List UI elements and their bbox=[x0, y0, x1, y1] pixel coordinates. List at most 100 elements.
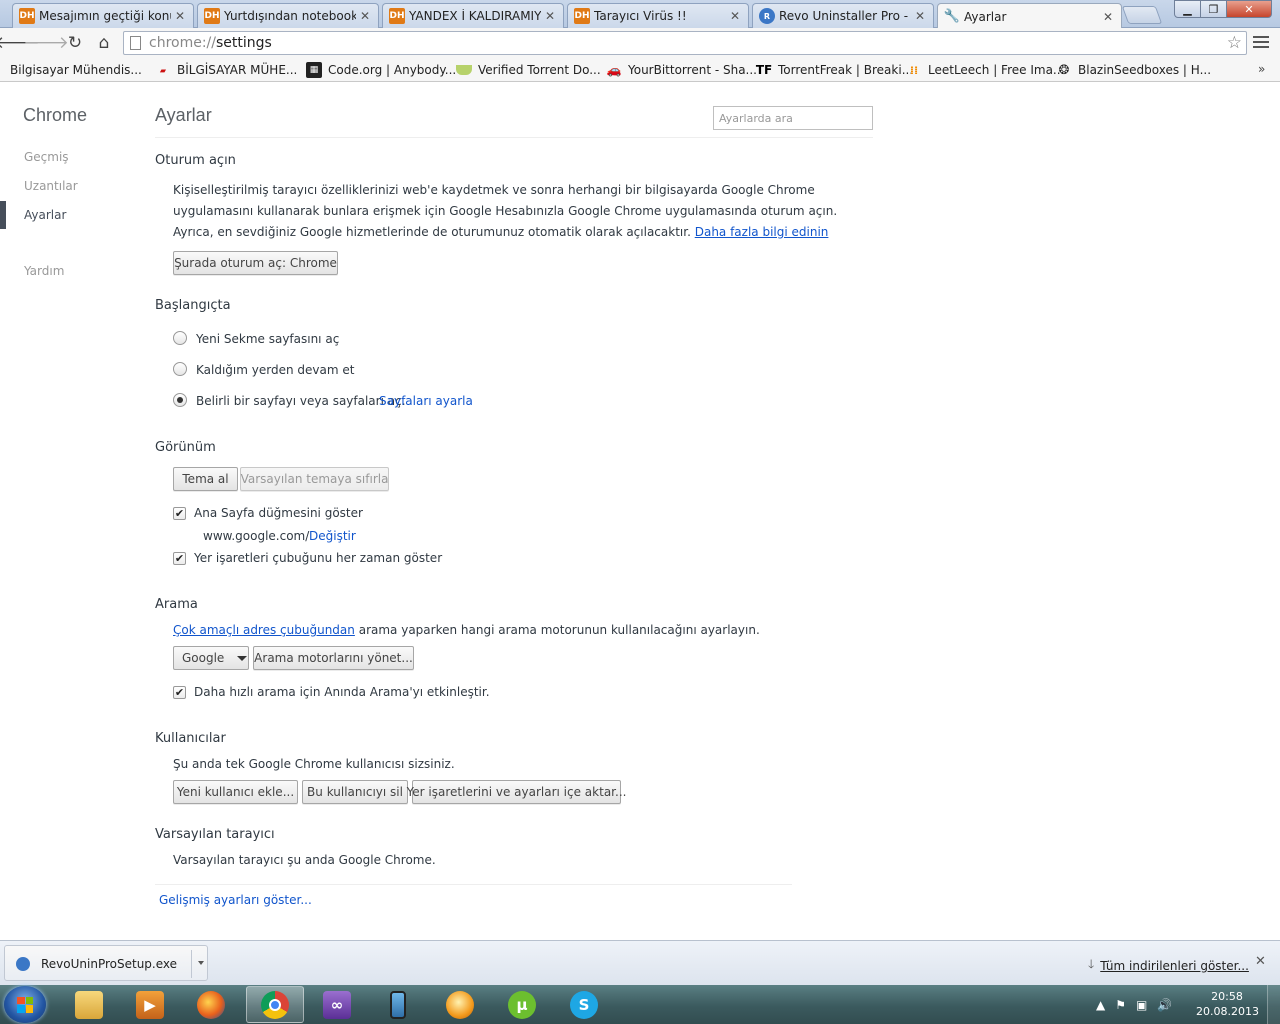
bookmark-label: BlazinSeedboxes | H... bbox=[1078, 63, 1212, 77]
chevron-down-icon[interactable] bbox=[198, 961, 204, 965]
chrome-icon bbox=[261, 990, 289, 1019]
windows-logo-icon bbox=[17, 996, 33, 1013]
close-window-button[interactable]: ✕ bbox=[1226, 0, 1272, 18]
bookmark-item[interactable]: ⁞⁞ LeetLeech | Free Ima... bbox=[906, 61, 1065, 79]
startup-radio-continue[interactable] bbox=[173, 362, 187, 376]
search-engine-select[interactable]: Google bbox=[173, 646, 249, 670]
signin-button[interactable]: Şurada oturum aç: Chrome bbox=[173, 251, 338, 275]
taskbar-explorer[interactable] bbox=[60, 986, 118, 1023]
maximize-button[interactable]: ❐ bbox=[1200, 0, 1227, 18]
show-bookmarks-label: Yer işaretleri çubuğunu her zaman göster bbox=[194, 551, 443, 565]
remove-user-button[interactable]: Bu kullanıcıyı sil bbox=[302, 780, 408, 804]
tab-3[interactable]: DH YANDEX İ KALDIRAMIYO ✕ bbox=[382, 3, 564, 28]
close-icon[interactable]: ✕ bbox=[173, 9, 187, 23]
set-pages-link[interactable]: Sayfaları ayarla bbox=[379, 391, 473, 412]
manage-search-engines-button[interactable]: Arama motorlarını yönet... bbox=[253, 646, 414, 670]
bookmark-item[interactable]: ▰ BİLGİSAYAR MÜHE... bbox=[155, 61, 297, 79]
bookmark-item[interactable]: TF TorrentFreak | Breaki... bbox=[756, 61, 913, 79]
tab-4[interactable]: DH Tarayıcı Virüs !! ✕ bbox=[567, 3, 749, 28]
bookmarks-overflow-icon[interactable]: » bbox=[1258, 62, 1265, 76]
show-all-downloads-label: Tüm indirilenleri göster... bbox=[1100, 958, 1249, 973]
bookmark-item[interactable]: ▦ Code.org | Anybody... bbox=[306, 61, 456, 79]
section-title-search: Arama bbox=[155, 597, 198, 612]
taskbar-firefox[interactable] bbox=[182, 986, 240, 1023]
download-item[interactable]: RevoUninProSetup.exe bbox=[4, 945, 208, 981]
add-user-button[interactable]: Yeni kullanıcı ekle... bbox=[173, 780, 298, 804]
new-tab-button[interactable] bbox=[1121, 6, 1163, 24]
bookmark-item[interactable]: 🚗 YourBittorrent - Sha... bbox=[606, 61, 757, 79]
nav-item-help[interactable]: Yardım bbox=[24, 264, 64, 278]
instant-search-checkbox[interactable]: ✔ bbox=[173, 686, 186, 699]
taskbar-utorrent[interactable]: µ bbox=[493, 986, 551, 1023]
close-icon[interactable]: ✕ bbox=[1255, 954, 1266, 969]
omnibox[interactable]: chrome://settings ☆ bbox=[123, 31, 1247, 55]
code-org-icon: ▦ bbox=[306, 62, 322, 78]
startup-radio-new-tab[interactable] bbox=[173, 331, 187, 345]
tab-5[interactable]: R Revo Uninstaller Pro - Un ✕ bbox=[752, 3, 934, 28]
show-desktop-button[interactable] bbox=[1267, 985, 1280, 1024]
bookmark-label: BİLGİSAYAR MÜHE... bbox=[177, 63, 298, 77]
show-advanced-link[interactable]: Gelişmiş ayarları göster... bbox=[159, 890, 312, 911]
reset-theme-button[interactable]: Varsayılan temaya sıfırla bbox=[240, 467, 389, 491]
taskbar-media-app[interactable] bbox=[431, 986, 489, 1023]
bookmark-item[interactable]: Bilgisayar Mühendis... bbox=[10, 61, 142, 159]
clock[interactable]: 20:58 20.08.2013 bbox=[1196, 989, 1259, 1019]
show-home-label: Ana Sayfa düğmesini göster bbox=[194, 506, 363, 520]
start-button[interactable] bbox=[4, 986, 46, 1023]
tab-title: Mesajımın geçtiği konula bbox=[39, 9, 171, 23]
chrome-menu-button[interactable] bbox=[1252, 34, 1270, 50]
close-icon[interactable]: ✕ bbox=[913, 9, 927, 23]
tab-settings[interactable]: 🔧 Ayarlar ✕ bbox=[937, 3, 1122, 29]
taskbar-phone-app[interactable] bbox=[369, 986, 427, 1023]
show-all-downloads-link[interactable]: 🡓 Tüm indirilenleri göster... bbox=[1088, 955, 1249, 976]
bookmark-star-icon[interactable]: ☆ bbox=[1227, 33, 1242, 53]
close-icon[interactable]: ✕ bbox=[1101, 10, 1115, 24]
taskbar-skype[interactable]: S bbox=[555, 986, 613, 1023]
home-button[interactable]: ⌂ bbox=[93, 32, 115, 54]
bookmark-label: Code.org | Anybody... bbox=[328, 63, 457, 77]
section-title-default-browser: Varsayılan tarayıcı bbox=[155, 827, 275, 842]
show-bookmarks-checkbox[interactable]: ✔ bbox=[173, 552, 186, 565]
startup-radio-specific-pages[interactable] bbox=[173, 393, 187, 407]
nav-item-history[interactable]: Geçmiş bbox=[24, 150, 69, 164]
minimize-button[interactable]: ▁ bbox=[1174, 0, 1201, 18]
get-themes-button[interactable]: Tema al bbox=[173, 467, 238, 491]
taskbar-media-player[interactable]: ▶ bbox=[121, 986, 179, 1023]
taskbar-visual-studio[interactable]: ∞ bbox=[308, 986, 366, 1023]
tab-2[interactable]: DH Yurtdışından notebook a ✕ bbox=[197, 3, 379, 28]
bookmark-item[interactable]: ❂ BlazinSeedboxes | H... bbox=[1056, 61, 1212, 79]
import-bookmarks-button[interactable]: Yer işaretlerini ve ayarları içe aktar..… bbox=[407, 780, 626, 804]
revo-icon: R bbox=[759, 8, 775, 24]
tab-1[interactable]: DH Mesajımın geçtiği konula ✕ bbox=[12, 3, 194, 28]
settings-search-input[interactable] bbox=[713, 106, 873, 130]
divider bbox=[191, 950, 192, 978]
nav-selected-indicator bbox=[0, 201, 6, 229]
default-browser-description: Varsayılan tarayıcı şu anda Google Chrom… bbox=[173, 853, 436, 867]
change-home-link[interactable]: Değiştir bbox=[309, 526, 356, 547]
utorrent-icon: µ bbox=[508, 990, 536, 1019]
learn-more-link[interactable]: Daha fazla bilgi edinin bbox=[695, 225, 829, 239]
taskbar-chrome[interactable] bbox=[246, 986, 304, 1023]
forward-button[interactable]: 🡒 bbox=[23, 32, 69, 54]
reload-button[interactable]: ↻ bbox=[64, 32, 86, 54]
close-icon[interactable]: ✕ bbox=[358, 9, 372, 23]
close-icon[interactable]: ✕ bbox=[728, 9, 742, 23]
nav-item-extensions[interactable]: Uzantılar bbox=[24, 179, 78, 193]
action-center-flag-icon[interactable]: ⚑ bbox=[1115, 998, 1126, 1012]
folder-icon bbox=[75, 990, 103, 1019]
signin-text-line1: Kişiselleştirilmiş tarayıcı özelliklerin… bbox=[173, 183, 815, 197]
tab-strip: DH Mesajımın geçtiği konula ✕ DH Yurtdış… bbox=[0, 0, 1280, 29]
network-icon[interactable]: ▣ bbox=[1136, 998, 1147, 1012]
skype-icon: S bbox=[570, 990, 598, 1019]
volume-icon[interactable]: 🔊 bbox=[1157, 998, 1172, 1012]
tab-title: Tarayıcı Virüs !! bbox=[594, 9, 687, 23]
nav-item-settings[interactable]: Ayarlar bbox=[24, 208, 66, 222]
users-description: Şu anda tek Google Chrome kullanıcısı si… bbox=[173, 757, 455, 771]
close-icon[interactable]: ✕ bbox=[543, 9, 557, 23]
bookmark-item[interactable]: Verified Torrent Do... bbox=[456, 61, 601, 79]
tray-expand-icon[interactable]: ▲ bbox=[1096, 998, 1105, 1012]
dh-favicon-icon: DH bbox=[204, 8, 220, 24]
tab-title: Revo Uninstaller Pro - Un bbox=[779, 9, 911, 23]
show-home-checkbox[interactable]: ✔ bbox=[173, 507, 186, 520]
omnibox-link[interactable]: Çok amaçlı adres çubuğundan bbox=[173, 623, 355, 637]
